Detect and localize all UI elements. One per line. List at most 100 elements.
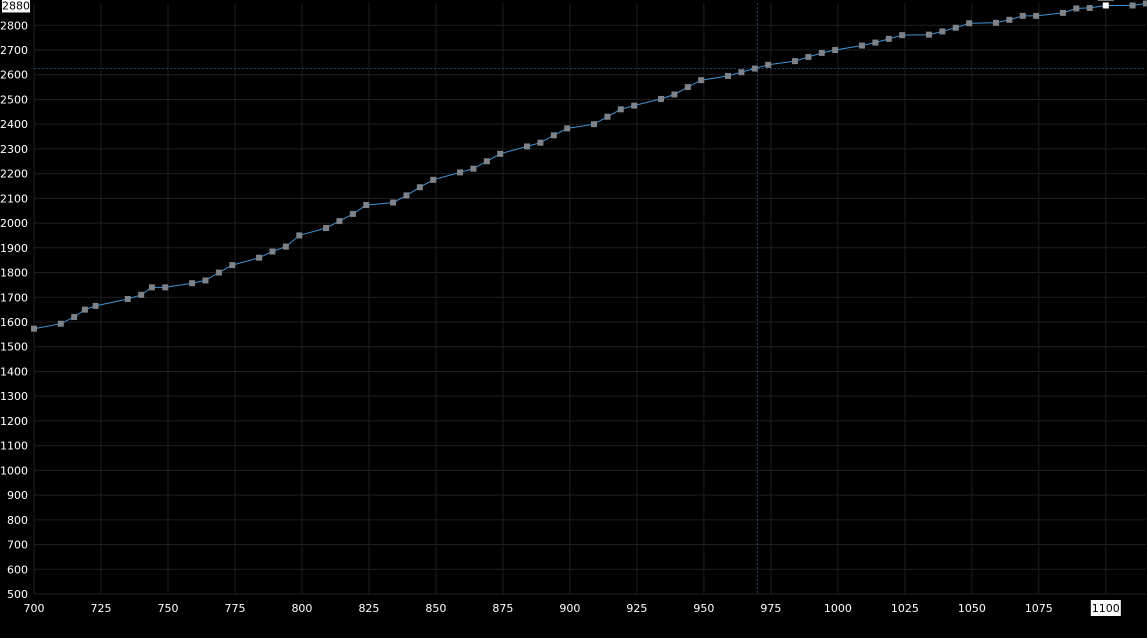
- data-point: [417, 184, 423, 190]
- data-point: [738, 69, 744, 75]
- data-point: [1073, 5, 1079, 11]
- data-point: [631, 103, 637, 109]
- data-point: [1006, 17, 1012, 23]
- data-point: [457, 169, 463, 175]
- data-point: [698, 77, 704, 83]
- data-point: [524, 143, 530, 149]
- data-point: [390, 200, 396, 206]
- data-point: [658, 96, 664, 102]
- data-point: [1143, 0, 1147, 6]
- y-tick-label: 2400: [0, 118, 28, 131]
- x-tick-label: 825: [358, 602, 379, 615]
- data-point: [82, 307, 88, 313]
- data-point: [189, 280, 195, 286]
- y-tick-label: 1700: [0, 291, 28, 304]
- data-point: [71, 314, 77, 320]
- y-tick-label: 1900: [0, 242, 28, 255]
- y-tick-label: 1600: [0, 316, 28, 329]
- x-tick-label: 975: [760, 602, 781, 615]
- y-tick-label: 2700: [0, 44, 28, 57]
- x-tick-label: 850: [425, 602, 446, 615]
- chart: 5006007008009001000110012001300140015001…: [0, 0, 1147, 633]
- data-point: [484, 158, 490, 164]
- data-point: [149, 284, 155, 290]
- y-tick-label: 900: [7, 489, 28, 502]
- y-tick-label: 700: [7, 539, 28, 552]
- data-point: [591, 121, 597, 127]
- y-tick-label: 600: [7, 563, 28, 576]
- data-point: [125, 296, 131, 302]
- data-point: [430, 177, 436, 183]
- data-point: [350, 211, 356, 217]
- y-tick-label: 1800: [0, 267, 28, 280]
- data-point: [872, 40, 878, 46]
- data-point: [551, 132, 557, 138]
- data-point: [805, 54, 811, 60]
- data-point: [93, 303, 99, 309]
- x-tick-label: 800: [291, 602, 312, 615]
- chart-background: [0, 0, 1147, 633]
- data-point: [31, 326, 37, 332]
- data-point: [162, 284, 168, 290]
- data-point: [725, 73, 731, 79]
- data-point: [604, 114, 610, 120]
- data-point: [296, 232, 302, 238]
- x-tick-label: 1000: [824, 602, 852, 615]
- data-point: [859, 43, 865, 49]
- x-tick-label: 775: [224, 602, 245, 615]
- data-point: [336, 218, 342, 224]
- y-tick-label: 2200: [0, 168, 28, 181]
- data-point: [765, 62, 771, 68]
- y-tick-label: 2800: [0, 19, 28, 32]
- y-tick-label: 1000: [0, 464, 28, 477]
- data-point: [792, 58, 798, 64]
- chart-svg: 5006007008009001000110012001300140015001…: [0, 0, 1147, 633]
- data-point: [939, 28, 945, 34]
- x-tick-label: 900: [559, 602, 580, 615]
- data-point: [497, 151, 503, 157]
- data-point: [953, 25, 959, 31]
- x-tick-label: 1025: [891, 602, 919, 615]
- y-tick-label: 1100: [0, 440, 28, 453]
- y-tick-label: 2600: [0, 69, 28, 82]
- data-point: [819, 50, 825, 56]
- y-tick-label: 2300: [0, 143, 28, 156]
- data-point: [216, 270, 222, 276]
- data-point: [202, 277, 208, 283]
- highlight-point: [1103, 2, 1109, 8]
- data-point: [1033, 13, 1039, 19]
- x-tick-label: 1075: [1025, 602, 1053, 615]
- data-point: [537, 140, 543, 146]
- data-point: [269, 249, 275, 255]
- x-tick-label: 1050: [958, 602, 986, 615]
- data-point: [138, 292, 144, 298]
- data-point: [886, 36, 892, 42]
- y-tick-label: 500: [7, 588, 28, 601]
- data-point: [470, 166, 476, 172]
- y-value-label: 2880: [2, 0, 30, 12]
- data-point: [1060, 10, 1066, 16]
- data-point: [403, 192, 409, 198]
- y-tick-label: 1500: [0, 341, 28, 354]
- data-point: [966, 20, 972, 26]
- x-value-label: 1100: [1092, 602, 1120, 615]
- data-point: [283, 244, 289, 250]
- x-tick-label: 925: [626, 602, 647, 615]
- x-tick-label: 725: [90, 602, 111, 615]
- data-point: [832, 47, 838, 53]
- x-tick-label: 750: [157, 602, 178, 615]
- data-point: [752, 66, 758, 72]
- y-tick-label: 800: [7, 514, 28, 527]
- x-tick-label: 950: [693, 602, 714, 615]
- x-tick-label: 700: [24, 602, 45, 615]
- data-point: [363, 202, 369, 208]
- data-point: [993, 20, 999, 26]
- data-point: [1020, 13, 1026, 19]
- y-tick-label: 2500: [0, 93, 28, 106]
- data-point: [1087, 5, 1093, 11]
- y-tick-label: 1300: [0, 390, 28, 403]
- data-point: [671, 91, 677, 97]
- y-tick-label: 1200: [0, 415, 28, 428]
- data-point: [1130, 2, 1136, 8]
- data-point: [256, 255, 262, 261]
